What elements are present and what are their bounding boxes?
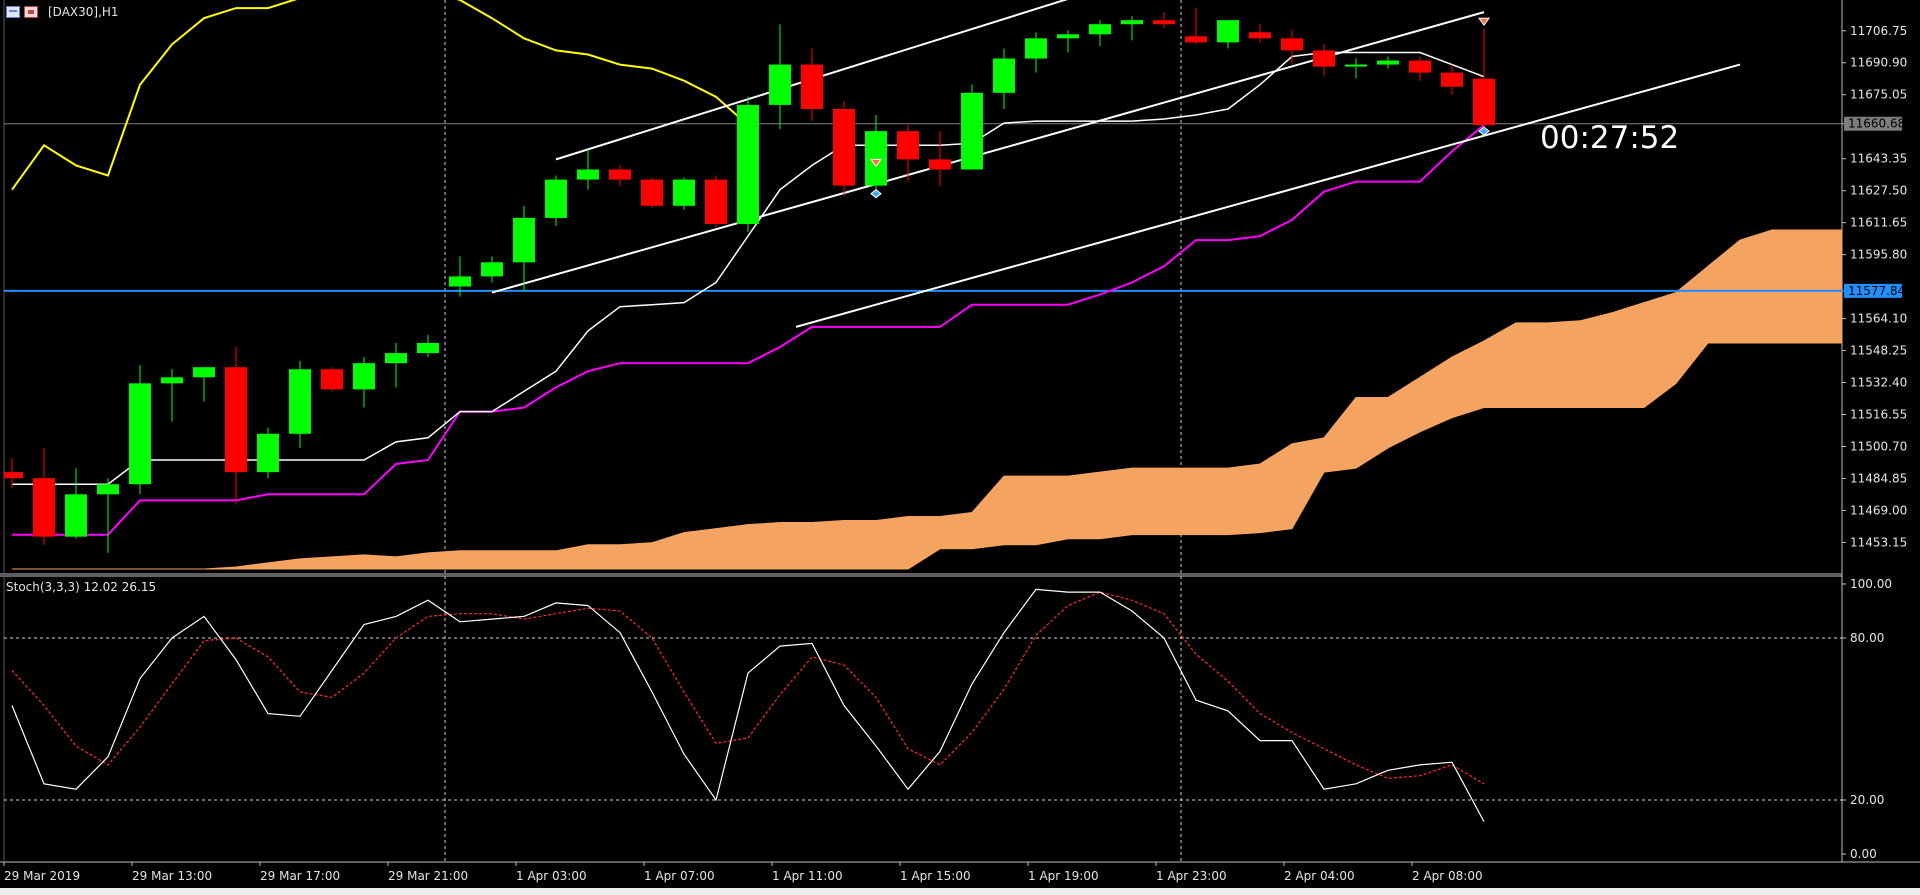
time-label-4: 1 Apr 03:00 — [516, 869, 587, 883]
candle-body-7 — [225, 367, 247, 473]
candle-body-31 — [993, 58, 1015, 93]
price-label-0: 11706.75 — [1850, 24, 1907, 38]
candle-body-38 — [1217, 20, 1239, 43]
price-label-7: 11595.80 — [1850, 248, 1907, 262]
candle-body-35 — [1121, 20, 1143, 25]
time-label-6: 1 Apr 11:00 — [772, 869, 843, 883]
candle-body-2 — [65, 494, 87, 537]
candle-body-16 — [513, 217, 535, 263]
time-label-1: 29 Mar 13:00 — [132, 869, 212, 883]
price-label-4: 11643.35 — [1850, 152, 1907, 166]
candle-body-28 — [897, 131, 919, 160]
candle-body-29 — [929, 159, 951, 170]
candle-body-6 — [193, 367, 215, 378]
trendline-2 — [795, 63, 1741, 328]
time-label-11: 2 Apr 08:00 — [1412, 869, 1483, 883]
candle-body-30 — [961, 92, 983, 170]
candle-body-17 — [545, 179, 567, 218]
window-icon[interactable] — [6, 6, 20, 18]
time-label-7: 1 Apr 15:00 — [900, 869, 971, 883]
symbol-label: [DAX30],H1 — [48, 5, 119, 19]
candle-body-27 — [865, 131, 887, 186]
level-price-label: 11577.84 — [1848, 284, 1905, 298]
candle-body-46 — [1473, 78, 1495, 126]
bar-countdown: 00:27:52 — [1540, 120, 1680, 156]
time-label-10: 2 Apr 04:00 — [1284, 869, 1355, 883]
candle-body-25 — [801, 64, 823, 109]
stoch-label-2: 20.00 — [1850, 793, 1884, 807]
scrollbar-strip[interactable] — [0, 888, 1920, 895]
stochastic-label: Stoch(3,3,3) 12.02 26.15 — [6, 580, 157, 594]
price-label-11: 11532.40 — [1850, 376, 1907, 390]
price-label-2: 11675.05 — [1850, 88, 1907, 102]
time-label-9: 1 Apr 23:00 — [1156, 869, 1227, 883]
time-label-0: 29 Mar 2019 — [4, 869, 80, 883]
trendline-1 — [491, 11, 1485, 294]
candle-body-19 — [609, 169, 631, 180]
candle-body-40 — [1281, 38, 1303, 51]
candle-body-22 — [705, 179, 727, 224]
candle-body-34 — [1089, 24, 1111, 35]
stoch-label-3: 0.00 — [1850, 847, 1877, 861]
candle-body-23 — [737, 104, 759, 224]
candle-body-32 — [1025, 38, 1047, 59]
current-price-label: 11660.68 — [1848, 117, 1905, 131]
candle-body-0 — [4, 472, 23, 479]
candle-body-45 — [1441, 72, 1463, 87]
candle-body-43 — [1377, 60, 1399, 65]
price-label-13: 11500.70 — [1850, 439, 1907, 453]
price-label-6: 11611.65 — [1850, 216, 1907, 230]
time-label-5: 1 Apr 07:00 — [644, 869, 715, 883]
time-label-2: 29 Mar 17:00 — [260, 869, 340, 883]
candle-body-15 — [481, 262, 503, 277]
candle-body-26 — [833, 108, 855, 186]
price-label-14: 11484.85 — [1850, 471, 1907, 485]
price-label-15: 11469.00 — [1850, 503, 1907, 517]
stoch-label-0: 100.00 — [1850, 577, 1892, 591]
candle-body-41 — [1313, 50, 1335, 67]
candle-body-5 — [161, 377, 183, 384]
candle-body-24 — [769, 64, 791, 105]
price-label-16: 11453.15 — [1850, 535, 1907, 549]
candle-body-4 — [129, 383, 151, 485]
candle-body-18 — [577, 169, 599, 180]
price-label-10: 11548.25 — [1850, 344, 1907, 358]
candle-body-8 — [257, 433, 279, 473]
candle-body-11 — [353, 363, 375, 390]
sell-arrow-2 — [1478, 17, 1490, 27]
candle-body-36 — [1153, 20, 1175, 25]
candle-body-9 — [289, 369, 311, 434]
candle-body-3 — [97, 484, 119, 495]
candle-body-14 — [449, 276, 471, 287]
price-label-1: 11690.90 — [1850, 56, 1907, 70]
candle-body-10 — [321, 369, 343, 390]
time-label-3: 29 Mar 21:00 — [388, 869, 468, 883]
time-label-8: 1 Apr 19:00 — [1028, 869, 1099, 883]
candle-body-44 — [1409, 60, 1431, 73]
symbol-bar: [DAX30],H1 — [6, 4, 119, 20]
stoch-main-line — [11, 588, 1485, 822]
candle-body-42 — [1345, 64, 1367, 67]
candle-body-33 — [1057, 34, 1079, 39]
candle-body-37 — [1185, 36, 1207, 43]
price-label-9: 11564.10 — [1850, 312, 1907, 326]
stoch-label-1: 80.00 — [1850, 631, 1884, 645]
price-label-12: 11516.55 — [1850, 408, 1907, 422]
candle-body-13 — [417, 342, 439, 354]
chikou-span-line — [11, 0, 749, 191]
candle-body-20 — [641, 179, 663, 206]
candle-body-21 — [673, 179, 695, 206]
candle-body-39 — [1249, 32, 1271, 39]
price-label-5: 11627.50 — [1850, 184, 1907, 198]
candle-body-1 — [33, 478, 55, 537]
main-pane — [4, 0, 1842, 570]
candle-body-12 — [385, 353, 407, 364]
stoch-signal-line — [11, 591, 1485, 785]
chart-icon[interactable] — [24, 6, 38, 18]
buy-arrow-1 — [870, 189, 882, 199]
stochastic-pane — [4, 588, 1842, 822]
